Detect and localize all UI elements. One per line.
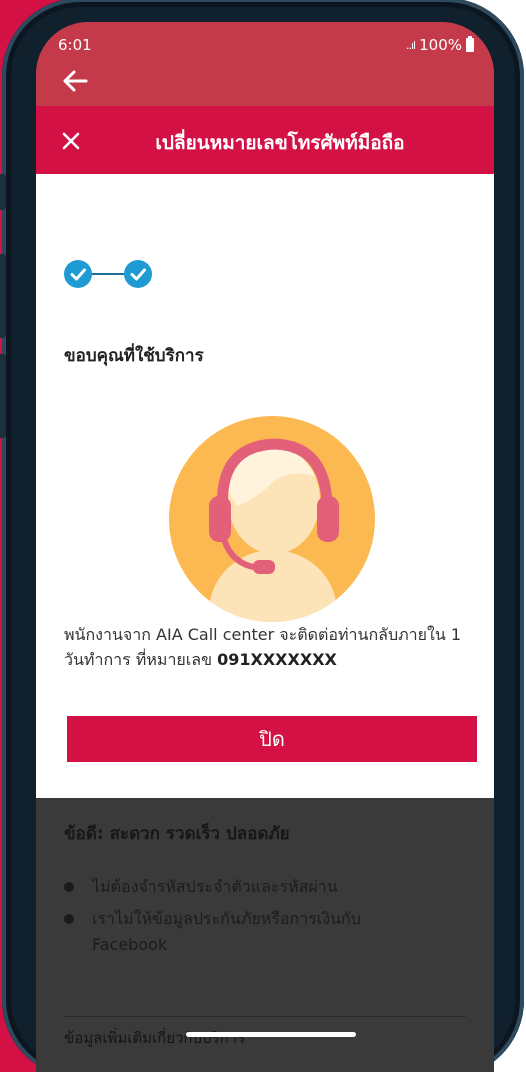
signal-icon: ..ıl (406, 38, 416, 52)
callback-message: พนักงานจาก AIA Call center จะติดต่อท่านก… (64, 622, 474, 672)
sheet-title: เปลี่ยนหมายเลขโทรศัพท์มือถือ (155, 132, 405, 154)
advantages-title: ข้อดี: สะดวก รวดเร็ว ปลอดภัย (64, 824, 290, 844)
status-bar: 6:01 ..ıl 100% (36, 22, 494, 62)
phone-screen: 6:01 ..ıl 100% เปลี่ยนหมายเลขโทรศัพท์มือ… (36, 22, 494, 1072)
arrow-left-icon[interactable] (60, 66, 90, 96)
thanks-heading: ขอบคุณที่ใช้บริการ (64, 346, 204, 366)
step-complete-icon (64, 260, 92, 288)
list-item: เราไม่ให้ข้อมูลประกันภัยหรือการเงินกับ Fa… (64, 906, 361, 958)
list-item-text: ไม่ต้องจำรหัสประจำตัวและรหัสผ่าน (92, 877, 338, 896)
list-item-text-line: Facebook (92, 935, 168, 954)
phone-side-button (0, 354, 6, 438)
call-center-agent-illustration (169, 416, 375, 622)
bottom-sheet: เปลี่ยนหมายเลขโทรศัพท์มือถือ ขอบคุณที่ใช… (36, 106, 494, 1072)
battery-percent: 100% (419, 36, 462, 54)
sheet-body: ขอบคุณที่ใช้บริการ พนักงานจาก AIA Call c… (36, 174, 494, 798)
bullet-icon (64, 882, 74, 892)
phone-frame: 6:01 ..ıl 100% เปลี่ยนหมายเลขโทรศัพท์มือ… (0, 0, 524, 1072)
phone-side-button (0, 254, 6, 338)
message-line-2: วันทำการ ที่หมายเลข 091XXXXXXX (64, 647, 474, 672)
close-icon[interactable] (60, 130, 82, 152)
sheet-header: เปลี่ยนหมายเลขโทรศัพท์มือถือ (36, 106, 494, 174)
divider (64, 1016, 466, 1017)
close-button[interactable]: ปิด (67, 716, 477, 762)
status-time: 6:01 (58, 36, 92, 54)
app-bar (36, 62, 494, 106)
list-item: ไม่ต้องจำรหัสประจำตัวและรหัสผ่าน (64, 874, 338, 900)
phone-side-button (0, 174, 6, 210)
phone-number: 091XXXXXXX (217, 650, 337, 669)
status-indicators: ..ıl 100% (406, 36, 474, 54)
battery-icon (466, 36, 474, 52)
stepper-connector (90, 273, 126, 275)
step-complete-icon (124, 260, 152, 288)
list-item-text-line: เราไม่ให้ข้อมูลประกันภัยหรือการเงินกับ (92, 909, 361, 928)
progress-stepper (64, 260, 154, 288)
background-page-content: ข้อดี: สะดวก รวดเร็ว ปลอดภัย ไม่ต้องจำรห… (36, 798, 494, 1072)
partial-section-text: ข้อมูลเพิ่มเติมเกี่ยวกับบริการ (64, 1029, 246, 1047)
message-line-1: พนักงานจาก AIA Call center จะติดต่อท่านก… (64, 625, 462, 644)
message-prefix: วันทำการ ที่หมายเลข (64, 650, 218, 669)
bullet-icon (64, 914, 74, 924)
list-item-text: เราไม่ให้ข้อมูลประกันภัยหรือการเงินกับ Fa… (92, 906, 361, 958)
home-indicator[interactable] (186, 1032, 356, 1037)
